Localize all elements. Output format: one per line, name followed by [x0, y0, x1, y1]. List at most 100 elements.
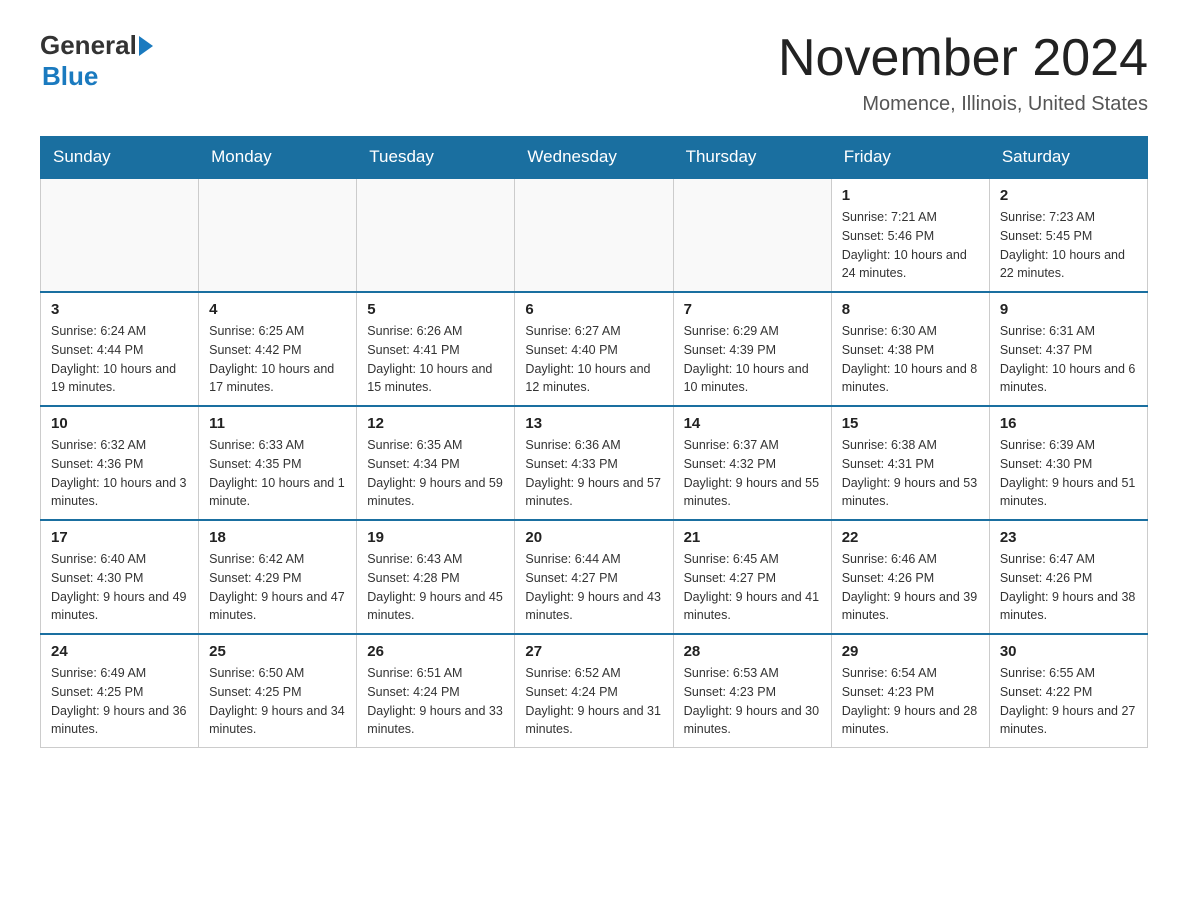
calendar-day-cell: 25 Sunrise: 6:50 AMSunset: 4:25 PMDayligh… — [199, 634, 357, 748]
calendar-day-cell: 6 Sunrise: 6:27 AMSunset: 4:40 PMDaylight… — [515, 292, 673, 406]
day-info: Sunrise: 6:32 AMSunset: 4:36 PMDaylight:… — [51, 436, 188, 511]
day-info: Sunrise: 6:24 AMSunset: 4:44 PMDaylight:… — [51, 322, 188, 397]
calendar-week-row: 10Sunrise: 6:32 AMSunset: 4:36 PMDayligh… — [41, 406, 1148, 520]
day-info: Sunrise: 6:47 AMSunset: 4:26 PMDaylight:… — [1000, 550, 1137, 625]
day-info: Sunrise: 6:36 AMSunset: 4:33 PMDaylight:… — [525, 436, 662, 511]
calendar-day-cell: 7 Sunrise: 6:29 AMSunset: 4:39 PMDaylight… — [673, 292, 831, 406]
day-of-week-header: Friday — [831, 137, 989, 179]
day-info: Sunrise: 6:51 AMSunset: 4:24 PMDaylight:… — [367, 664, 504, 739]
calendar-week-row: 17 Sunrise: 6:40 AMSunset: 4:30 PMDayligh… — [41, 520, 1148, 634]
day-number: 5 — [367, 301, 504, 318]
day-info: Sunrise: 6:30 AMSunset: 4:38 PMDaylight:… — [842, 322, 979, 397]
calendar-day-cell: 16 Sunrise: 6:39 AMSunset: 4:30 PMDayligh… — [989, 406, 1147, 520]
day-of-week-header: Tuesday — [357, 137, 515, 179]
calendar-day-cell: 23Sunrise: 6:47 AMSunset: 4:26 PMDayligh… — [989, 520, 1147, 634]
day-number: 4 — [209, 301, 346, 318]
calendar-day-cell: 27Sunrise: 6:52 AMSunset: 4:24 PMDayligh… — [515, 634, 673, 748]
day-number: 24 — [51, 643, 188, 660]
day-info: Sunrise: 6:26 AMSunset: 4:41 PMDaylight:… — [367, 322, 504, 397]
day-info: Sunrise: 6:40 AMSunset: 4:30 PMDaylight:… — [51, 550, 188, 625]
day-number: 29 — [842, 643, 979, 660]
calendar-day-cell: 15 Sunrise: 6:38 AMSunset: 4:31 PMDayligh… — [831, 406, 989, 520]
calendar-day-cell: 12 Sunrise: 6:35 AMSunset: 4:34 PMDayligh… — [357, 406, 515, 520]
day-info: Sunrise: 6:46 AMSunset: 4:26 PMDaylight:… — [842, 550, 979, 625]
calendar-header-row: SundayMondayTuesdayWednesdayThursdayFrid… — [41, 137, 1148, 179]
calendar-day-cell: 28 Sunrise: 6:53 AMSunset: 4:23 PMDayligh… — [673, 634, 831, 748]
day-number: 22 — [842, 529, 979, 546]
day-number: 17 — [51, 529, 188, 546]
day-number: 13 — [525, 415, 662, 432]
day-info: Sunrise: 6:43 AMSunset: 4:28 PMDaylight:… — [367, 550, 504, 625]
day-of-week-header: Wednesday — [515, 137, 673, 179]
calendar-day-cell — [515, 178, 673, 292]
calendar-week-row: 1Sunrise: 7:21 AMSunset: 5:46 PMDaylight… — [41, 178, 1148, 292]
calendar-day-cell: 22 Sunrise: 6:46 AMSunset: 4:26 PMDayligh… — [831, 520, 989, 634]
day-info: Sunrise: 6:42 AMSunset: 4:29 PMDaylight:… — [209, 550, 346, 625]
calendar-day-cell — [41, 178, 199, 292]
calendar-day-cell: 30 Sunrise: 6:55 AMSunset: 4:22 PMDayligh… — [989, 634, 1147, 748]
day-info: Sunrise: 7:21 AMSunset: 5:46 PMDaylight:… — [842, 208, 979, 283]
day-info: Sunrise: 6:35 AMSunset: 4:34 PMDaylight:… — [367, 436, 504, 511]
calendar-day-cell: 19 Sunrise: 6:43 AMSunset: 4:28 PMDayligh… — [357, 520, 515, 634]
calendar-day-cell: 3 Sunrise: 6:24 AMSunset: 4:44 PMDaylight… — [41, 292, 199, 406]
day-info: Sunrise: 6:25 AMSunset: 4:42 PMDaylight:… — [209, 322, 346, 397]
day-number: 6 — [525, 301, 662, 318]
day-number: 20 — [525, 529, 662, 546]
day-info: Sunrise: 6:53 AMSunset: 4:23 PMDaylight:… — [684, 664, 821, 739]
day-info: Sunrise: 6:50 AMSunset: 4:25 PMDaylight:… — [209, 664, 346, 739]
day-info: Sunrise: 6:37 AMSunset: 4:32 PMDaylight:… — [684, 436, 821, 511]
day-number: 7 — [684, 301, 821, 318]
day-info: Sunrise: 6:38 AMSunset: 4:31 PMDaylight:… — [842, 436, 979, 511]
day-number: 12 — [367, 415, 504, 432]
day-number: 30 — [1000, 643, 1137, 660]
page-header: General Blue November 2024 Momence, Illi… — [40, 30, 1148, 116]
calendar-day-cell: 13 Sunrise: 6:36 AMSunset: 4:33 PMDayligh… — [515, 406, 673, 520]
day-number: 15 — [842, 415, 979, 432]
calendar-day-cell: 17 Sunrise: 6:40 AMSunset: 4:30 PMDayligh… — [41, 520, 199, 634]
calendar-week-row: 24 Sunrise: 6:49 AMSunset: 4:25 PMDayligh… — [41, 634, 1148, 748]
day-info: Sunrise: 6:27 AMSunset: 4:40 PMDaylight:… — [525, 322, 662, 397]
day-info: Sunrise: 6:55 AMSunset: 4:22 PMDaylight:… — [1000, 664, 1137, 739]
calendar-day-cell — [673, 178, 831, 292]
day-number: 2 — [1000, 187, 1137, 204]
day-number: 19 — [367, 529, 504, 546]
calendar-day-cell: 18 Sunrise: 6:42 AMSunset: 4:29 PMDayligh… — [199, 520, 357, 634]
day-info: Sunrise: 6:39 AMSunset: 4:30 PMDaylight:… — [1000, 436, 1137, 511]
calendar-day-cell: 20 Sunrise: 6:44 AMSunset: 4:27 PMDayligh… — [515, 520, 673, 634]
calendar-day-cell: 29 Sunrise: 6:54 AMSunset: 4:23 PMDayligh… — [831, 634, 989, 748]
logo: General Blue — [40, 30, 155, 92]
day-info: Sunrise: 6:49 AMSunset: 4:25 PMDaylight:… — [51, 664, 188, 739]
month-title: November 2024 — [778, 30, 1148, 87]
day-number: 18 — [209, 529, 346, 546]
day-info: Sunrise: 6:45 AMSunset: 4:27 PMDaylight:… — [684, 550, 821, 625]
day-number: 11 — [209, 415, 346, 432]
calendar-day-cell: 4 Sunrise: 6:25 AMSunset: 4:42 PMDaylight… — [199, 292, 357, 406]
day-info: Sunrise: 6:33 AMSunset: 4:35 PMDaylight:… — [209, 436, 346, 511]
calendar-day-cell: 14 Sunrise: 6:37 AMSunset: 4:32 PMDayligh… — [673, 406, 831, 520]
day-number: 14 — [684, 415, 821, 432]
calendar-table: SundayMondayTuesdayWednesdayThursdayFrid… — [40, 136, 1148, 748]
calendar-day-cell: 21 Sunrise: 6:45 AMSunset: 4:27 PMDayligh… — [673, 520, 831, 634]
calendar-day-cell: 11 Sunrise: 6:33 AMSunset: 4:35 PMDayligh… — [199, 406, 357, 520]
day-info: Sunrise: 6:29 AMSunset: 4:39 PMDaylight:… — [684, 322, 821, 397]
day-of-week-header: Sunday — [41, 137, 199, 179]
calendar-day-cell: 8 Sunrise: 6:30 AMSunset: 4:38 PMDaylight… — [831, 292, 989, 406]
day-number: 8 — [842, 301, 979, 318]
day-number: 3 — [51, 301, 188, 318]
day-number: 21 — [684, 529, 821, 546]
day-of-week-header: Thursday — [673, 137, 831, 179]
day-number: 28 — [684, 643, 821, 660]
day-info: Sunrise: 6:31 AMSunset: 4:37 PMDaylight:… — [1000, 322, 1137, 397]
calendar-day-cell: 26Sunrise: 6:51 AMSunset: 4:24 PMDayligh… — [357, 634, 515, 748]
logo-blue-text: Blue — [42, 61, 98, 91]
day-info: Sunrise: 7:23 AMSunset: 5:45 PMDaylight:… — [1000, 208, 1137, 283]
day-info: Sunrise: 6:54 AMSunset: 4:23 PMDaylight:… — [842, 664, 979, 739]
calendar-day-cell — [357, 178, 515, 292]
logo-general-text: General — [40, 30, 137, 61]
calendar-day-cell: 9Sunrise: 6:31 AMSunset: 4:37 PMDaylight… — [989, 292, 1147, 406]
day-number: 25 — [209, 643, 346, 660]
calendar-day-cell: 5 Sunrise: 6:26 AMSunset: 4:41 PMDaylight… — [357, 292, 515, 406]
day-info: Sunrise: 6:44 AMSunset: 4:27 PMDaylight:… — [525, 550, 662, 625]
day-of-week-header: Saturday — [989, 137, 1147, 179]
day-number: 16 — [1000, 415, 1137, 432]
